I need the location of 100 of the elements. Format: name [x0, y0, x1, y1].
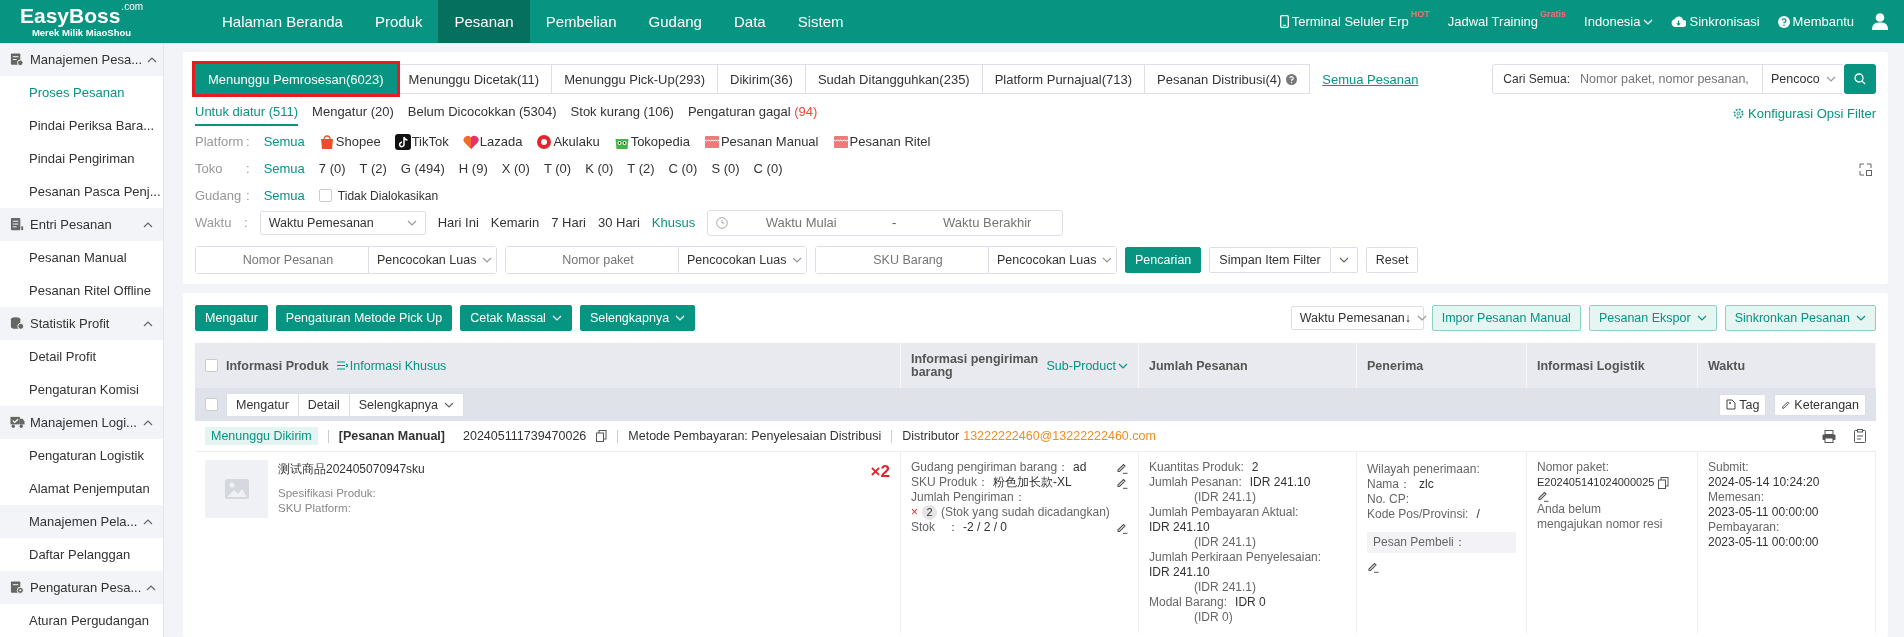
- sidebar-item[interactable]: Pengaturan Komisi: [0, 373, 163, 406]
- user-icon[interactable]: [1872, 13, 1888, 30]
- checkbox[interactable]: [205, 398, 218, 411]
- filter-option[interactable]: C (0): [668, 161, 698, 176]
- sidebar-group[interactable]: Manajemen Pesa...: [0, 43, 163, 76]
- sidebar-group[interactable]: Manajemen Pela...: [0, 505, 163, 538]
- filter-option[interactable]: T (2): [627, 161, 655, 176]
- bulk-button[interactable]: Detail: [298, 392, 350, 417]
- filter-option[interactable]: Semua: [263, 161, 305, 176]
- status-tab[interactable]: Menunggu Pemrosesan(6023): [195, 64, 397, 94]
- search-field[interactable]: SKU Barang Pencocokan Luas: [815, 246, 1117, 274]
- nav-tab[interactable]: Data: [717, 0, 782, 43]
- checkbox[interactable]: [318, 189, 332, 202]
- sidebar-item[interactable]: Pindai Pengiriman: [0, 142, 163, 175]
- sidebar-item[interactable]: Pesanan Pasca Penj...: [0, 175, 163, 208]
- pencil-icon[interactable]: [1116, 476, 1128, 489]
- all-orders-link[interactable]: Semua Pesanan: [1322, 71, 1419, 87]
- sidebar-item[interactable]: Pindai Periksa Bara...: [0, 109, 163, 142]
- clipboard-icon[interactable]: [1854, 429, 1866, 443]
- search-field[interactable]: Cari Semua: Nomor paket, nomor pesanan, Pencoco: [1492, 64, 1845, 94]
- sidebar-item[interactable]: Aturan Pergudangan: [0, 604, 163, 637]
- sidebar-group[interactable]: Statistik Profit: [0, 307, 163, 340]
- status-tab[interactable]: Pesanan Distribusi(4): [1145, 64, 1311, 94]
- top-link[interactable]: Indonesia: [1584, 14, 1654, 29]
- pencil-icon[interactable]: [1116, 521, 1128, 534]
- filter-option[interactable]: Pesanan Ritel: [832, 133, 931, 150]
- sidebar-item[interactable]: Proses Pesanan: [0, 76, 163, 109]
- status-tab[interactable]: Dikirim(36): [718, 64, 806, 94]
- match-select[interactable]: Pencocokan Luas: [988, 247, 1116, 273]
- filter-option[interactable]: Semua: [263, 134, 305, 149]
- sidebar-item[interactable]: Pesanan Ritel Offline: [0, 274, 163, 307]
- filter-tab[interactable]: Belum Dicocokkan (5304): [407, 104, 557, 126]
- action-button[interactable]: Cetak Massal: [460, 305, 572, 331]
- filter-option[interactable]: C (0): [753, 161, 783, 176]
- layout-toggle-icon[interactable]: [1859, 163, 1872, 176]
- status-tab[interactable]: Sudah Ditangguhkan(235): [805, 64, 983, 94]
- filter-option[interactable]: Pesanan Manual: [703, 133, 819, 150]
- sidebar-group[interactable]: Manajemen Logi...: [0, 406, 163, 439]
- filter-option[interactable]: 7 (0): [318, 161, 346, 176]
- top-link[interactable]: Jadwal Training: [1447, 14, 1539, 29]
- printer-icon[interactable]: [1822, 429, 1836, 443]
- filter-option[interactable]: Akulaku: [536, 133, 600, 150]
- time-preset[interactable]: Hari Ini: [437, 215, 479, 230]
- time-preset[interactable]: Khusus: [651, 215, 696, 230]
- checkbox[interactable]: [205, 359, 218, 372]
- filter-tab[interactable]: Untuk diatur (511): [195, 104, 299, 126]
- copy-icon[interactable]: [1658, 476, 1670, 489]
- action-button[interactable]: Mengatur: [195, 305, 268, 331]
- top-link[interactable]: Membantu: [1777, 14, 1854, 29]
- search-button[interactable]: Pencarian: [1125, 247, 1202, 273]
- action-button[interactable]: Pengaturan Metode Pick Up: [275, 305, 453, 331]
- filter-tab[interactable]: Stok kurang (106): [570, 104, 674, 126]
- nav-tab[interactable]: Gudang: [632, 0, 718, 43]
- filter-option[interactable]: H (9): [458, 161, 488, 176]
- match-select[interactable]: Pencoco: [1762, 65, 1844, 93]
- action-button[interactable]: Selengkapnya: [579, 305, 696, 331]
- bulk-button[interactable]: Keterangan: [1774, 393, 1866, 416]
- reset-button[interactable]: Reset: [1365, 247, 1419, 273]
- search-field[interactable]: Nomor paket Pencocokan Luas: [505, 246, 807, 274]
- time-type-select[interactable]: Waktu Pemesanan: [259, 210, 426, 235]
- nav-tab[interactable]: Pembelian: [529, 0, 633, 43]
- time-preset[interactable]: 30 Hari: [597, 215, 640, 230]
- status-tab[interactable]: Menunggu Pick-Up(293): [552, 64, 719, 94]
- filter-option[interactable]: T (2): [359, 161, 387, 176]
- status-tab[interactable]: Platform Purnajual(713): [982, 64, 1145, 94]
- time-preset[interactable]: Kemarin: [490, 215, 540, 230]
- filter-tab[interactable]: Pengaturan gagal (94): [687, 104, 818, 126]
- filter-option[interactable]: T (0): [543, 161, 572, 176]
- filter-option[interactable]: X (0): [501, 161, 530, 176]
- nav-tab[interactable]: Produk: [358, 0, 439, 43]
- sidebar-item[interactable]: Pesanan Manual: [0, 241, 163, 274]
- pencil-icon[interactable]: [1537, 490, 1549, 502]
- filter-option[interactable]: Shopee: [318, 133, 381, 150]
- copy-icon[interactable]: [596, 430, 608, 442]
- sidebar-group[interactable]: Entri Pesanan: [0, 208, 163, 241]
- filter-option[interactable]: G (494): [400, 161, 445, 176]
- filter-option[interactable]: K (0): [585, 161, 614, 176]
- time-preset[interactable]: 7 Hari: [551, 215, 586, 230]
- filter-option[interactable]: TikTok: [394, 133, 449, 150]
- bulk-button[interactable]: Selengkapnya: [349, 392, 464, 417]
- sidebar-item[interactable]: Detail Profit: [0, 340, 163, 373]
- match-select[interactable]: Pencocokan Luas: [368, 247, 496, 273]
- top-link[interactable]: Sinkronisasi: [1671, 14, 1760, 29]
- top-link[interactable]: Terminal Seluler Erp: [1279, 14, 1409, 29]
- filter-option[interactable]: Lazada: [462, 133, 523, 150]
- date-range-field[interactable]: Waktu Mulai - Waktu Berakhir: [707, 209, 1064, 236]
- sidebar-group[interactable]: Pengaturan Pesa...: [0, 571, 163, 604]
- nav-tab[interactable]: Halaman Beranda: [206, 0, 359, 43]
- filter-option[interactable]: Tokopedia: [613, 133, 690, 150]
- filter-tab[interactable]: Mengatur (20): [312, 104, 394, 126]
- pencil-icon[interactable]: [1116, 461, 1128, 474]
- filter-option[interactable]: S (0): [711, 161, 740, 176]
- pencil-icon[interactable]: [1367, 561, 1379, 573]
- sidebar-item[interactable]: Alamat Penjemputan: [0, 472, 163, 505]
- nav-tab[interactable]: Sistem: [781, 0, 860, 43]
- search-button[interactable]: [1844, 64, 1876, 94]
- filter-config-link[interactable]: Konfigurasi Opsi Filter: [1733, 106, 1876, 121]
- save-filter-button[interactable]: Simpan Item Filter: [1209, 247, 1331, 273]
- search-field[interactable]: Nomor Pesanan Pencocokan Luas: [195, 246, 497, 274]
- sidebar-item[interactable]: Pengaturan Logistik: [0, 439, 163, 472]
